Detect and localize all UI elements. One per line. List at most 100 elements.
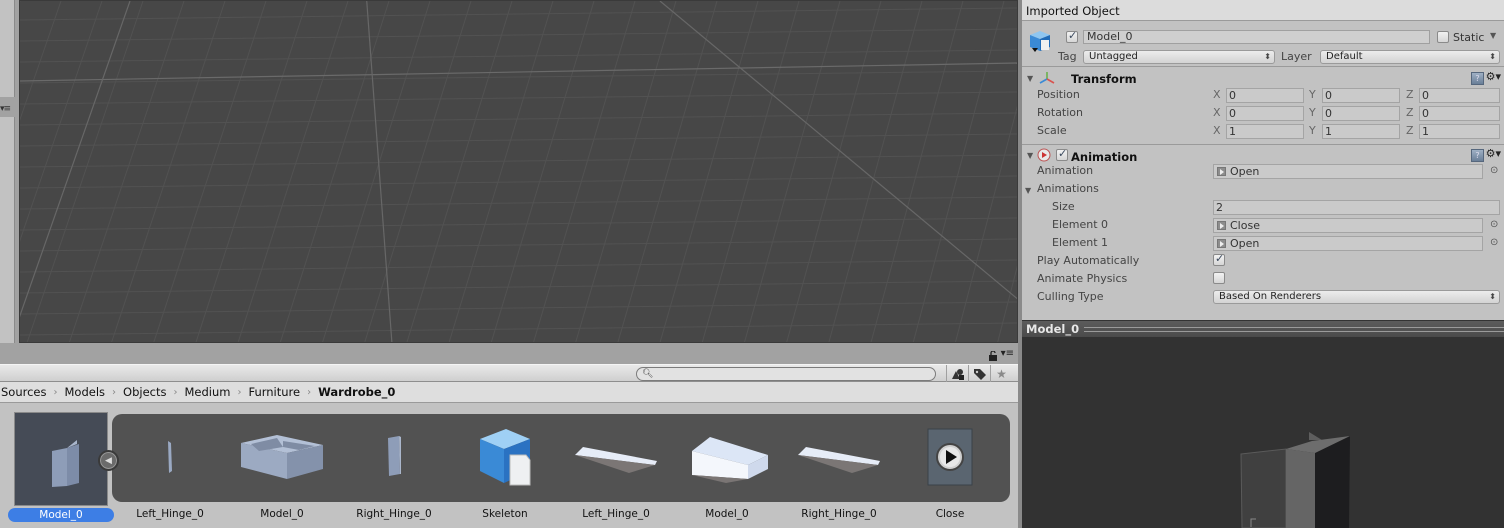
grid-line [20,91,1017,105]
animation-enabled-checkbox[interactable] [1056,147,1068,161]
foldout-open-icon[interactable]: ▼ [1027,74,1033,83]
sub-asset-label[interactable]: Left_Hinge_0 [115,508,225,520]
prefab-cube-icon [470,427,540,490]
transform-title[interactable]: Transform [1071,72,1137,86]
asset-item-selected[interactable] [14,412,108,506]
breadcrumb-item[interactable]: Medium [184,385,230,399]
grid-line [406,1,513,342]
wardrobe-preview-model [1240,432,1350,528]
breadcrumb-item[interactable]: Furniture [248,385,300,399]
foldout-open-icon[interactable]: ▼ [1027,151,1033,160]
help-icon[interactable]: ? [1471,72,1484,85]
static-dropdown-icon[interactable]: ▼ [1490,31,1496,40]
size-field[interactable]: 2 [1213,200,1500,215]
help-icon[interactable]: ? [1471,149,1484,162]
culling-type-dropdown[interactable]: Based On Renderers ⬍ [1213,290,1500,304]
lock-icon[interactable] [988,351,998,361]
animations-label[interactable]: Animations [1037,182,1099,195]
animate-physics-label: Animate Physics [1037,272,1128,285]
layer-dropdown[interactable]: Default ⬍ [1320,50,1500,64]
favorites-button[interactable]: ★ [990,365,1012,382]
axis-z-label[interactable]: Z [1406,106,1414,119]
preview-drag-handle[interactable] [1084,327,1504,332]
active-checkbox[interactable] [1066,29,1078,43]
sub-asset-item[interactable] [677,414,777,502]
grid-line [153,1,267,342]
sub-asset-item[interactable] [120,414,220,502]
gameobject-header: Model_0 Static ▼ Tag Untagged ⬍ Layer De… [1022,22,1504,67]
sub-asset-item[interactable] [900,414,1000,502]
scale-y-field[interactable]: 1 [1322,124,1400,139]
filter-by-type-button[interactable] [946,365,968,382]
transform-icon [1039,72,1055,84]
project-tabstrip: ▾≡ [0,344,1018,364]
axis-z-label[interactable]: Z [1406,124,1414,137]
object-name-field[interactable]: Model_0 [1083,30,1430,44]
gear-icon[interactable]: ⚙▾ [1486,70,1501,83]
sub-asset-label[interactable]: Model_0 [227,508,337,520]
hierarchy-pane[interactable] [0,0,15,97]
scale-x-field[interactable]: 1 [1226,124,1304,139]
model-preview[interactable] [1022,337,1504,528]
search-input[interactable]: 🔍︎ [636,367,936,381]
object-picker-icon[interactable]: ⊙ [1490,165,1498,176]
animation-title[interactable]: Animation [1071,150,1137,164]
axis-x-label[interactable]: X [1213,106,1221,119]
rotation-y-field[interactable]: 0 [1322,106,1400,121]
scene-view[interactable] [19,0,1018,343]
breadcrumb-current[interactable]: Wardrobe_0 [318,385,395,399]
sub-asset-item[interactable] [455,414,555,502]
axis-y-label[interactable]: Y [1309,124,1316,137]
sub-asset-label[interactable]: Skeleton [450,508,560,520]
grid-line [20,28,1017,42]
sub-asset-item[interactable] [344,414,444,502]
panel-menu-icon[interactable]: ▾≡ [1001,348,1014,359]
position-x-field[interactable]: 0 [1226,88,1304,103]
breadcrumb-item[interactable]: Objects [123,385,166,399]
filter-by-label-button[interactable] [968,365,990,382]
element1-field[interactable]: Open [1213,236,1483,251]
play-automatically-checkbox[interactable] [1213,252,1225,266]
element0-value: Close [1230,219,1260,232]
sub-asset-item[interactable] [232,414,332,502]
rotation-x-field[interactable]: 0 [1226,106,1304,121]
mesh-block-icon [682,429,772,488]
breadcrumb-item[interactable]: Sources [1,385,47,399]
sub-asset-label[interactable]: Left_Hinge_0 [561,508,671,520]
element0-field[interactable]: Close [1213,218,1483,233]
foldout-open-icon[interactable]: ▼ [1025,186,1031,195]
sub-asset-item[interactable] [789,414,889,502]
gear-icon[interactable]: ⚙▾ [1486,147,1501,160]
position-y-field[interactable]: 0 [1322,88,1400,103]
axis-x-label[interactable]: X [1213,88,1221,101]
tag-icon [973,368,986,380]
sub-asset-label[interactable]: Right_Hinge_0 [339,508,449,520]
grid-line [237,1,349,342]
grid-line [20,133,1017,147]
asset-label-selected[interactable]: Model_0 [8,508,114,522]
animate-physics-checkbox[interactable] [1213,272,1225,284]
sub-asset-label[interactable]: Close [895,508,1005,520]
sub-asset-item[interactable] [566,414,666,502]
panel-menu-icon[interactable]: ▾≡ [0,104,11,114]
object-picker-icon[interactable]: ⊙ [1490,237,1498,248]
scale-z-field[interactable]: 1 [1419,124,1500,139]
position-z-field[interactable]: 0 [1419,88,1500,103]
sub-asset-label[interactable]: Right_Hinge_0 [784,508,894,520]
axis-y-label[interactable]: Y [1309,106,1316,119]
animation-field[interactable]: Open [1213,164,1483,179]
axis-x-label[interactable]: X [1213,124,1221,137]
preview-header[interactable]: Model_0 [1022,320,1504,337]
axis-z-label[interactable]: Z [1406,88,1414,101]
updown-arrow-icon: ⬍ [1489,292,1496,301]
star-icon: ★ [996,366,1007,381]
breadcrumb-item[interactable]: Models [65,385,106,399]
static-checkbox[interactable] [1437,31,1449,43]
tag-dropdown[interactable]: Untagged ⬍ [1083,50,1275,64]
sub-asset-label[interactable]: Model_0 [672,508,782,520]
collapse-sub-assets-button[interactable]: ◀ [98,450,119,471]
rotation-z-field[interactable]: 0 [1419,106,1500,121]
axis-y-label[interactable]: Y [1309,88,1316,101]
project-tree-pane[interactable] [0,117,15,343]
object-picker-icon[interactable]: ⊙ [1490,219,1498,230]
